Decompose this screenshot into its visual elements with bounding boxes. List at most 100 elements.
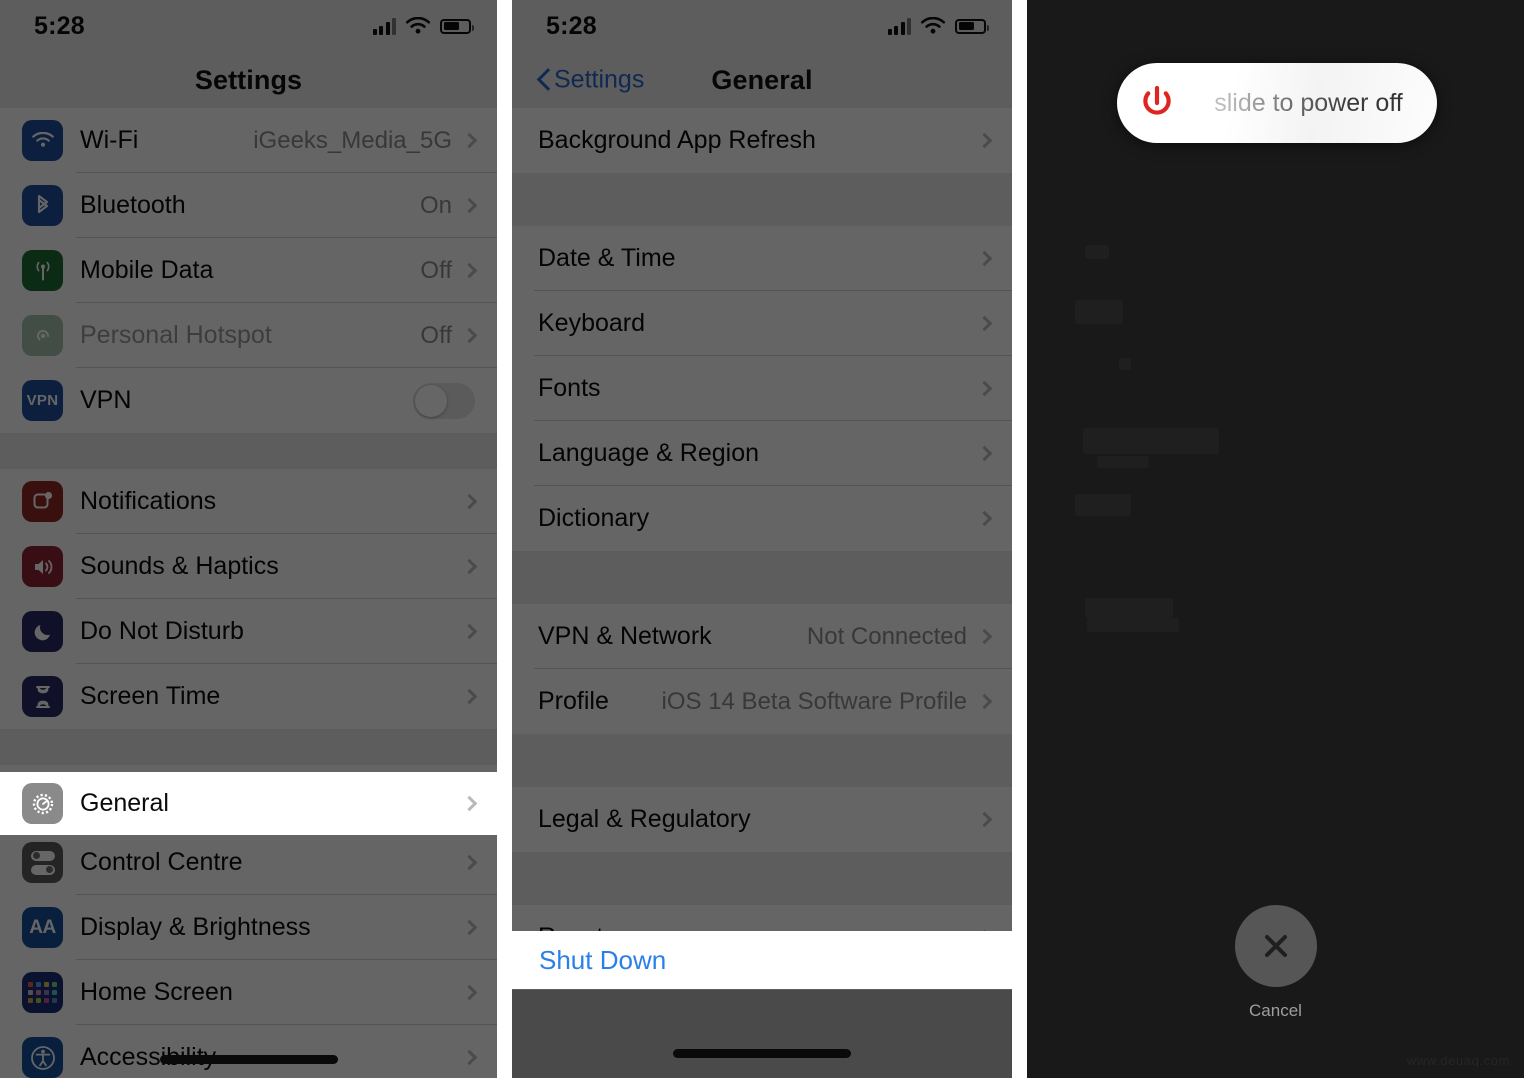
settings-row-value: Off bbox=[420, 321, 452, 349]
signal-bars-icon bbox=[372, 17, 396, 35]
general-row-label: Fonts bbox=[538, 374, 601, 402]
phone-panel-general: 5:28 Settings General Background App Ref… bbox=[512, 0, 1012, 1078]
general-row-background-app-refresh[interactable]: Background App Refresh bbox=[512, 108, 1012, 173]
status-bar-indicators bbox=[887, 16, 989, 36]
highlighted-row-shut-down[interactable]: Shut Down bbox=[512, 931, 1012, 989]
page-title: Settings bbox=[194, 64, 303, 95]
chevron-right-icon bbox=[461, 623, 478, 640]
chevron-right-icon bbox=[461, 854, 478, 871]
general-row-vpn-network[interactable]: VPN & Network Not Connected bbox=[512, 604, 1012, 669]
settings-row-value: On bbox=[419, 191, 452, 219]
settings-row-label: Notifications bbox=[80, 487, 217, 515]
chevron-right-icon bbox=[976, 132, 993, 149]
chevron-right-icon bbox=[461, 197, 478, 214]
settings-row-label: Sounds & Haptics bbox=[80, 552, 279, 580]
slide-to-power-off-label: slide to power off bbox=[1194, 89, 1437, 118]
general-row-label: Profile bbox=[538, 687, 609, 715]
chevron-right-icon bbox=[461, 984, 478, 1001]
general-navbar: Settings General bbox=[512, 52, 1012, 108]
settings-row-value: iGeeks_Media_5G bbox=[253, 126, 452, 154]
vpn-toggle[interactable] bbox=[413, 382, 475, 419]
settings-row-label: Screen Time bbox=[80, 682, 221, 710]
group-separator bbox=[512, 173, 1012, 226]
battery-icon bbox=[440, 18, 474, 34]
settings-row-display-brightness[interactable]: AA Display & Brightness bbox=[0, 895, 497, 960]
battery-icon bbox=[955, 18, 989, 34]
shut-down-label: Shut Down bbox=[539, 944, 667, 975]
settings-row-label: Home Screen bbox=[80, 978, 233, 1006]
ghost-element bbox=[1097, 456, 1149, 468]
vpn-icon: VPN bbox=[22, 380, 63, 421]
back-button[interactable]: Settings bbox=[538, 66, 644, 95]
general-row-label: VPN & Network bbox=[538, 622, 712, 650]
general-row-label: Keyboard bbox=[538, 309, 646, 337]
status-bar-time: 5:28 bbox=[34, 11, 85, 40]
general-row-language-region[interactable]: Language & Region bbox=[512, 421, 1012, 486]
group-separator bbox=[0, 433, 497, 469]
general-row-value: Not Connected bbox=[806, 622, 967, 650]
settings-row-label: Control Centre bbox=[80, 848, 243, 876]
settings-row-mobile-data[interactable]: Mobile Data Off bbox=[0, 238, 497, 303]
settings-row-screen-time[interactable]: Screen Time bbox=[0, 664, 497, 729]
status-bar: 5:28 bbox=[512, 0, 1012, 52]
mobile-data-icon bbox=[22, 250, 63, 291]
general-row-keyboard[interactable]: Keyboard bbox=[512, 291, 1012, 356]
toggle-knob bbox=[415, 384, 447, 417]
general-row-legal-regulatory[interactable]: Legal & Regulatory bbox=[512, 787, 1012, 852]
general-row-dictionary[interactable]: Dictionary bbox=[512, 486, 1012, 551]
power-icon bbox=[1143, 85, 1171, 115]
panel-gap bbox=[497, 0, 512, 1078]
group-separator bbox=[512, 734, 1012, 787]
status-bar-time: 5:28 bbox=[546, 11, 597, 40]
display-brightness-icon: AA bbox=[22, 907, 63, 948]
settings-row-bluetooth[interactable]: Bluetooth On bbox=[0, 173, 497, 238]
status-bar-indicators bbox=[372, 16, 474, 36]
settings-row-personal-hotspot[interactable]: Personal Hotspot Off bbox=[0, 303, 497, 368]
phone-panel-settings: 5:28 Settings Wi-Fi iGeeks_Media_5G Blue… bbox=[0, 0, 497, 1078]
chevron-right-icon bbox=[461, 558, 478, 575]
group-separator bbox=[0, 729, 497, 765]
power-slider-knob[interactable] bbox=[1120, 66, 1194, 140]
settings-row-vpn[interactable]: VPN VPN bbox=[0, 368, 497, 433]
chevron-right-icon bbox=[461, 688, 478, 705]
general-row-fonts[interactable]: Fonts bbox=[512, 356, 1012, 421]
page-title: General bbox=[711, 64, 813, 95]
group-separator bbox=[512, 551, 1012, 604]
chevron-right-icon bbox=[976, 380, 993, 397]
settings-row-accessibility[interactable]: Accessibility bbox=[0, 1025, 497, 1078]
settings-row-sounds-haptics[interactable]: Sounds & Haptics bbox=[0, 534, 497, 599]
chevron-right-icon bbox=[976, 628, 993, 645]
settings-row-do-not-disturb[interactable]: Do Not Disturb bbox=[0, 599, 497, 664]
settings-row-home-screen[interactable]: Home Screen bbox=[0, 960, 497, 1025]
chevron-right-icon bbox=[461, 327, 478, 344]
watermark: www.deuaq.com bbox=[1406, 1053, 1510, 1068]
general-row-label: Dictionary bbox=[538, 504, 650, 532]
chevron-right-icon bbox=[976, 250, 993, 267]
settings-row-wifi[interactable]: Wi-Fi iGeeks_Media_5G bbox=[0, 108, 497, 173]
chevron-right-icon bbox=[461, 493, 478, 510]
highlighted-row-general[interactable]: General bbox=[0, 772, 497, 835]
wifi-icon bbox=[22, 120, 63, 161]
ghost-element bbox=[1119, 358, 1131, 370]
settings-row-control-centre[interactable]: Control Centre bbox=[0, 830, 497, 895]
general-group-1: Date & Time Keyboard Fonts Language & Re… bbox=[512, 226, 1012, 551]
home-indicator bbox=[159, 1055, 338, 1064]
status-bar: 5:28 bbox=[0, 0, 497, 52]
general-row-date-time[interactable]: Date & Time bbox=[512, 226, 1012, 291]
settings-row-notifications[interactable]: Notifications bbox=[0, 469, 497, 534]
slide-to-power-off-slider[interactable]: slide to power off bbox=[1117, 63, 1437, 143]
general-row-profile[interactable]: Profile iOS 14 Beta Software Profile bbox=[512, 669, 1012, 734]
ghost-element bbox=[1075, 494, 1131, 516]
hourglass-icon bbox=[22, 676, 63, 717]
panel-gap bbox=[1012, 0, 1027, 1078]
general-group-0: Background App Refresh bbox=[512, 108, 1012, 173]
settings-row-value: Off bbox=[420, 256, 452, 284]
cancel-button-circle[interactable] bbox=[1234, 905, 1317, 987]
home-indicator bbox=[673, 1049, 851, 1058]
settings-row-label: Wi-Fi bbox=[80, 126, 139, 154]
cancel-button-label: Cancel bbox=[1249, 1001, 1302, 1020]
hotspot-icon bbox=[22, 315, 63, 356]
general-row-label: Legal & Regulatory bbox=[538, 805, 751, 833]
cancel-button[interactable]: Cancel bbox=[1234, 905, 1317, 1021]
settings-row-label: Do Not Disturb bbox=[80, 617, 244, 645]
